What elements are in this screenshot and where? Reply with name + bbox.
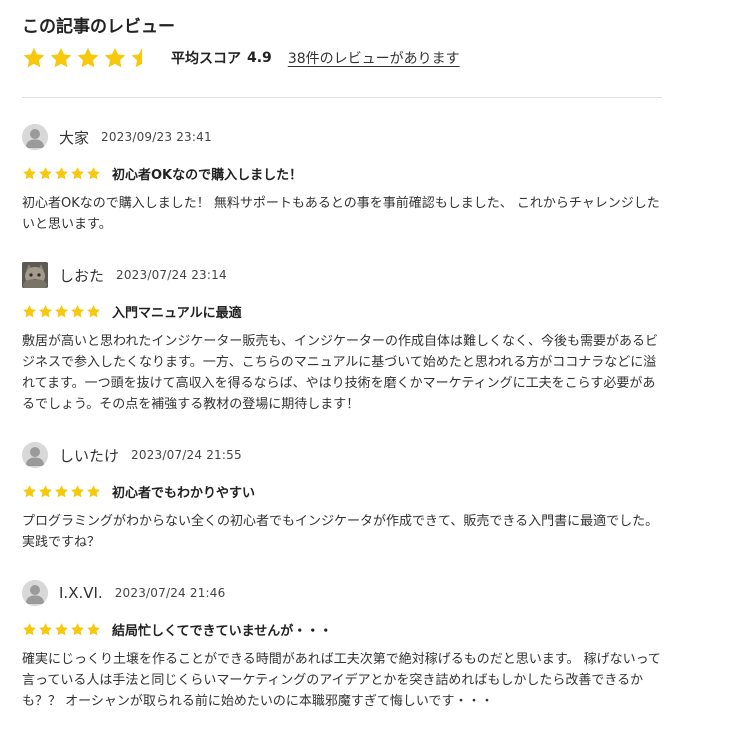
star-icon [77, 47, 99, 68]
review-list: 大家 2023/09/23 23:41 初心者OKなので購入しました！ 初心者O… [22, 123, 662, 712]
star-icon [55, 304, 68, 317]
review-count-link[interactable]: 38件のレビューがあります [288, 48, 460, 68]
person-icon [22, 580, 48, 606]
person-icon [22, 124, 48, 150]
avatar [22, 442, 48, 468]
review-title: 初心者でもわかりやすい [112, 485, 256, 501]
avatar [22, 124, 48, 150]
review-item: 大家 2023/09/23 23:41 初心者OKなので購入しました！ 初心者O… [22, 123, 662, 235]
star-icon [71, 166, 84, 179]
review-body: 敷居が高いと思われたインジケーター販売も、インジケーターの作成自体は難しくなく、… [22, 334, 658, 412]
review-rating-stars [22, 484, 102, 499]
star-icon [23, 166, 36, 179]
star-icon [39, 166, 52, 179]
review-rating-stars [22, 166, 102, 181]
divider [22, 97, 662, 98]
star-icon [39, 622, 52, 635]
review-item: I.X.VI. 2023/07/24 21:46 結局忙しくてできていませんが・… [22, 579, 662, 712]
review-header: しいたけ 2023/07/24 21:55 [22, 441, 662, 469]
review-body: プログラミングがわからない全くの初心者でもインジケータが作成できて、販売できる入… [22, 514, 659, 550]
reviewer-name: しいたけ [59, 446, 120, 465]
reviewer-name: 大家 [59, 128, 90, 147]
review-header: I.X.VI. 2023/07/24 21:46 [22, 579, 662, 607]
reviewer-name: しおた [59, 266, 105, 285]
star-icon [71, 622, 84, 635]
reviewer-name: I.X.VI. [59, 584, 103, 602]
review-title: 初心者OKなので購入しました！ [112, 167, 303, 183]
star-icon [87, 304, 100, 317]
star-icon [104, 47, 126, 68]
person-icon [22, 442, 48, 468]
star-icon [55, 622, 68, 635]
star-icon [87, 622, 100, 635]
review-body: 確実にじっくり土壌を作ることができる時間があれば工夫次第で絶対稼げるものだと思い… [22, 652, 661, 709]
review-body: 初心者OKなので購入しました！ 無料サポートもあるとの事を事前確認もしました、 … [22, 196, 660, 232]
review-title: 入門マニュアルに最適 [112, 305, 242, 321]
star-icon [87, 484, 100, 497]
review-title-row: 結局忙しくてできていませんが・・・ [22, 619, 662, 639]
review-date: 2023/07/24 21:46 [114, 586, 226, 600]
reviews-section: この記事のレビュー 平均スコア 4.9 38件のレビューがあります 大家 202… [22, 0, 662, 712]
review-title-row: 初心者でもわかりやすい [22, 481, 662, 501]
review-date: 2023/09/23 23:41 [101, 130, 212, 144]
review-rating-stars [22, 304, 102, 319]
cat-photo-avatar [22, 262, 48, 288]
star-icon [55, 484, 68, 497]
average-rating-stars [22, 47, 157, 69]
star-icon [71, 304, 84, 317]
avatar [22, 262, 48, 288]
average-score-value: 4.9 [247, 50, 272, 66]
rating-summary: 平均スコア 4.9 38件のレビューがあります [22, 41, 662, 75]
review-date: 2023/07/24 23:14 [116, 268, 227, 282]
review-header: 大家 2023/09/23 23:41 [22, 123, 662, 151]
average-score-label: 平均スコア [171, 51, 241, 67]
star-icon [23, 484, 36, 497]
star-icon [55, 166, 68, 179]
star-icon [50, 47, 72, 68]
review-item: しいたけ 2023/07/24 21:55 初心者でもわかりやすい プログラミン… [22, 441, 662, 553]
review-item: しおた 2023/07/24 23:14 入門マニュアルに最適 敷居が高いと思わ… [22, 261, 662, 415]
review-date: 2023/07/24 21:55 [131, 448, 242, 462]
review-title-row: 初心者OKなので購入しました！ [22, 163, 662, 183]
star-icon [39, 304, 52, 317]
star-icon [71, 484, 84, 497]
star-icon [23, 304, 36, 317]
star-icon [23, 47, 45, 68]
star-icon [39, 484, 52, 497]
review-header: しおた 2023/07/24 23:14 [22, 261, 662, 289]
review-title-row: 入門マニュアルに最適 [22, 301, 662, 321]
star-icon [87, 166, 100, 179]
review-rating-stars [22, 622, 102, 637]
review-title: 結局忙しくてできていませんが・・・ [112, 623, 333, 639]
star-icon [23, 622, 36, 635]
star-icon [131, 47, 153, 68]
avatar [22, 580, 48, 606]
section-title: この記事のレビュー [22, 17, 175, 37]
